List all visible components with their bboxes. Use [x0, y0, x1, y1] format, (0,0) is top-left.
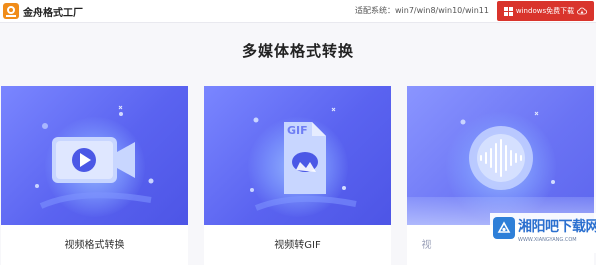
- card-video-format-convert[interactable]: 视频格式转换: [1, 86, 188, 265]
- card-illustration: [407, 86, 594, 225]
- card-illustration: [1, 86, 188, 225]
- gif-badge: GIF: [287, 124, 308, 137]
- watermark-url: WWW.XIANGYANG.COM: [518, 237, 577, 243]
- brand-name[interactable]: 金舟格式工厂: [23, 4, 83, 19]
- gif-file-icon: [250, 107, 357, 211]
- windows-download-button[interactable]: windows免费下载: [497, 1, 594, 21]
- download-button-label: windows免费下载: [515, 7, 575, 15]
- compatibility-text: 适配系统：win7/win8/win10/win11: [355, 6, 489, 15]
- video-play-icon: [35, 105, 154, 209]
- audio-wave-icon: [460, 111, 555, 190]
- section-title: 多媒体格式转换: [241, 42, 354, 61]
- site-watermark: 湘阳吧下载网 WWW.XIANGYANG.COM: [490, 213, 596, 253]
- windows-icon: [503, 6, 513, 16]
- card-label: 视频格式转换: [64, 240, 125, 251]
- cloud-download-icon: [577, 7, 588, 15]
- app-logo-icon[interactable]: [3, 3, 19, 19]
- watermark-name: 湘阳吧下载网: [518, 219, 596, 235]
- watermark-logo-icon: [493, 217, 515, 239]
- card-label: 视频转GIF: [274, 240, 321, 251]
- card-illustration: GIF: [204, 86, 391, 225]
- card-video-to-gif[interactable]: GIF 视频转GIF: [204, 86, 391, 265]
- top-bar: 金舟格式工厂 适配系统：win7/win8/win10/win11 window…: [0, 0, 596, 23]
